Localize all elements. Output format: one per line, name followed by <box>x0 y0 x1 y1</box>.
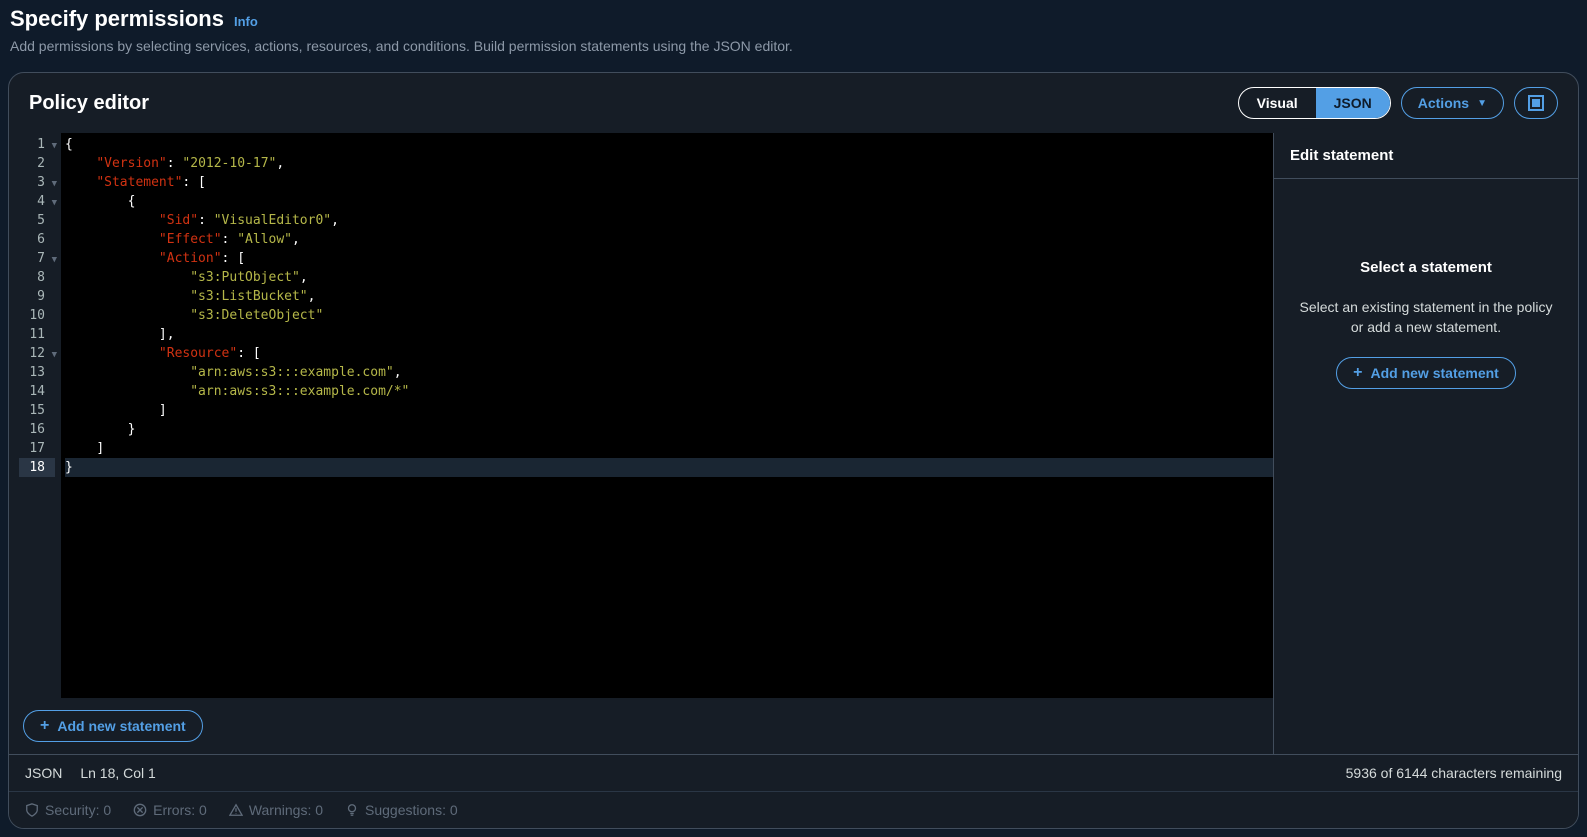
left-pane: 1▼23▼4▼567▼89101112▼131415161718 { "Vers… <box>9 133 1274 754</box>
main-area: 1▼23▼4▼567▼89101112▼131415161718 { "Vers… <box>9 133 1578 754</box>
add-statement-button-right[interactable]: + Add new statement <box>1336 357 1516 389</box>
warning-icon <box>229 803 243 817</box>
add-statement-label: Add new statement <box>57 718 185 734</box>
shield-icon <box>25 803 39 817</box>
error-icon <box>133 803 147 817</box>
info-link[interactable]: Info <box>234 14 258 29</box>
editor-mode-toggle: Visual JSON <box>1238 87 1391 119</box>
status-cursor: Ln 18, Col 1 <box>80 765 156 781</box>
status-bar: JSON Ln 18, Col 1 5936 of 6144 character… <box>9 754 1578 791</box>
add-statement-label-right: Add new statement <box>1370 365 1498 381</box>
below-editor: + Add new statement <box>9 698 1273 754</box>
json-editor[interactable]: 1▼23▼4▼567▼89101112▼131415161718 { "Vers… <box>9 133 1273 698</box>
footer-errors[interactable]: Errors: 0 <box>133 802 207 818</box>
right-pane: Edit statement Select a statement Select… <box>1274 133 1578 754</box>
right-pane-title: Select a statement <box>1360 259 1492 276</box>
status-mode: JSON <box>25 765 62 781</box>
chevron-down-icon: ▼ <box>1477 98 1487 109</box>
fullscreen-button[interactable] <box>1514 87 1558 119</box>
page-header: Specify permissions Info Add permissions… <box>0 0 1587 64</box>
policy-editor-panel: Policy editor Visual JSON Actions ▼ 1▼23… <box>8 72 1579 829</box>
actions-label: Actions <box>1418 95 1469 111</box>
footer-bar: Security: 0 Errors: 0 Warnings: 0 Sugges… <box>9 791 1578 828</box>
page-description: Add permissions by selecting services, a… <box>10 38 1577 54</box>
right-pane-header: Edit statement <box>1274 133 1578 179</box>
plus-icon: + <box>40 718 49 734</box>
fullscreen-icon <box>1528 95 1544 111</box>
lightbulb-icon <box>345 803 359 817</box>
status-chars: 5936 of 6144 characters remaining <box>1346 765 1562 781</box>
line-gutter: 1▼23▼4▼567▼89101112▼131415161718 <box>9 133 61 698</box>
right-pane-body: Select a statement Select an existing st… <box>1274 179 1578 754</box>
footer-warnings[interactable]: Warnings: 0 <box>229 802 323 818</box>
code-content[interactable]: { "Version": "2012-10-17", "Statement": … <box>61 133 1273 698</box>
actions-dropdown[interactable]: Actions ▼ <box>1401 87 1504 119</box>
toolbar: Policy editor Visual JSON Actions ▼ <box>9 73 1578 133</box>
footer-suggestions[interactable]: Suggestions: 0 <box>345 802 458 818</box>
page-title: Specify permissions <box>10 6 224 32</box>
add-statement-button[interactable]: + Add new statement <box>23 710 203 742</box>
right-pane-description: Select an existing statement in the poli… <box>1292 298 1560 337</box>
footer-security[interactable]: Security: 0 <box>25 802 111 818</box>
panel-title: Policy editor <box>29 92 1228 115</box>
plus-icon: + <box>1353 365 1362 381</box>
toggle-visual[interactable]: Visual <box>1239 88 1316 118</box>
toggle-json[interactable]: JSON <box>1316 88 1390 118</box>
